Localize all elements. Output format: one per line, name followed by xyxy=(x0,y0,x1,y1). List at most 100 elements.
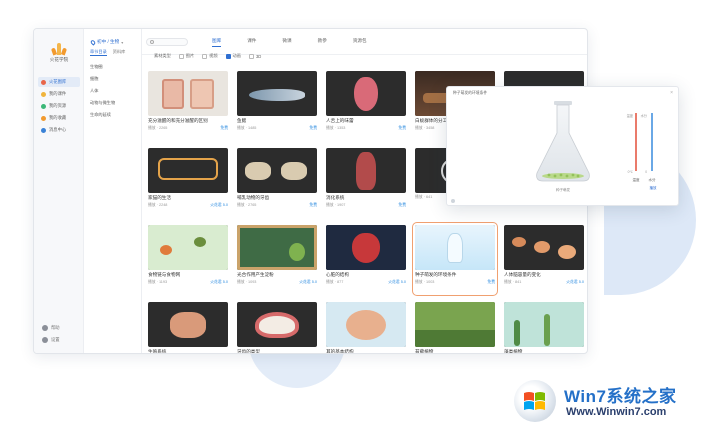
media-card-title: 种子萌发的环境条件 xyxy=(415,272,457,277)
media-card-meta: 播放 · 1193 火花君 5.0 xyxy=(148,280,228,285)
chapter-item[interactable]: 生物圈 xyxy=(90,61,138,73)
media-card-meta: 播放 · 877 火花君 5.0 xyxy=(326,280,406,285)
media-card[interactable]: 家猫的生活 播放 · 2248 火花君 5.0 xyxy=(148,148,228,216)
play-count: 播放 · 2248 xyxy=(148,203,168,207)
play-icon[interactable] xyxy=(451,199,455,203)
courseware-icon xyxy=(41,91,46,97)
search-input[interactable] xyxy=(146,38,188,46)
media-card-title: 光合作用产生淀粉 xyxy=(237,272,274,277)
help-button[interactable]: 帮助 xyxy=(39,323,79,333)
screenshot-stage: 火花学院 火花图库 我的课件 我的资源 我的收藏 消息中心 帮助 设置 初中 /… xyxy=(0,0,707,427)
media-card[interactable]: 苔藓植物播放 · 1042火花君 5.0 xyxy=(415,302,495,353)
rail-item-favorites[interactable]: 我的收藏 xyxy=(38,113,80,123)
checkbox-icon xyxy=(202,53,208,59)
media-thumbnail[interactable] xyxy=(237,148,317,193)
filter-animation[interactable]: 动画 xyxy=(225,53,241,59)
media-thumbnail[interactable] xyxy=(326,71,406,116)
media-card-title: 消化系统 xyxy=(326,195,345,200)
media-card[interactable]: 充分滋醒的和充分滋醒的区别 播放 · 2265 免费 xyxy=(148,71,228,139)
media-card[interactable]: 人体脑容量的变化 播放 · 841 火花君 5.0 xyxy=(504,225,584,293)
media-thumbnail[interactable] xyxy=(148,302,228,347)
subtab-library[interactable]: 资料库 xyxy=(113,49,126,56)
brand-name: 火花学院 xyxy=(49,57,69,62)
price-tag: 免费 xyxy=(398,203,406,207)
play-count: 播放 · 841 xyxy=(504,280,522,284)
tab-courseware[interactable]: 课件 xyxy=(247,38,256,47)
play-count: 播放 · 2265 xyxy=(148,126,168,130)
chapter-item[interactable]: 生命的延续 xyxy=(90,109,138,121)
filter-image[interactable]: 图片 xyxy=(178,53,194,59)
media-card[interactable]: 心脏的结构播放 · 877 火花君 5.0 xyxy=(326,225,406,293)
popup-canvas: 种子萌发 温度 0℃ 温度 水分 0 水分 播放 xyxy=(451,101,658,203)
help-icon xyxy=(42,325,48,331)
media-card-meta: 播放 · 1093 火花君 5.0 xyxy=(237,280,317,285)
price-tag: 免费 xyxy=(398,126,406,130)
chapter-item[interactable]: 动物与微生物 xyxy=(90,97,138,109)
grade-selector[interactable]: 初中 / 生物 ▾ xyxy=(89,38,123,46)
media-card-title: 心脏的结构 xyxy=(326,272,349,277)
top-bar: 图库 课件 微课 教参 资源包 xyxy=(142,29,587,55)
main-tabs: 图库 课件 微课 教参 资源包 xyxy=(212,38,367,47)
play-count: 播放 · 1485 xyxy=(237,126,257,130)
subtab-chapters[interactable]: 章节目录 xyxy=(90,49,107,56)
tab-resource-pack[interactable]: 资源包 xyxy=(353,38,367,47)
play-count: 播放 · 877 xyxy=(326,280,344,284)
rail-item-courseware[interactable]: 我的课件 xyxy=(38,89,80,99)
filter-3d[interactable]: 3D xyxy=(248,53,262,59)
media-thumbnail[interactable] xyxy=(148,71,228,116)
media-card[interactable]: 人舌上的味蕾 播放 · 1353 免费 xyxy=(326,71,406,139)
rail-item-messages[interactable]: 消息中心 xyxy=(38,125,80,135)
media-card[interactable]: 食物链与食物网播放 · 1193 火花君 5.0 xyxy=(148,225,228,293)
media-thumbnail[interactable] xyxy=(504,302,584,347)
chapter-item[interactable]: 细胞 xyxy=(90,73,138,85)
media-card-meta: 播放 · 1003 免费 xyxy=(415,280,495,285)
watermark: Win7系统之家 Www.Winwin7.com xyxy=(510,380,706,424)
media-card[interactable]: 鱼鳃 播放 · 1485 免费 xyxy=(237,71,317,139)
play-count: 播放 · 1093 xyxy=(237,280,257,284)
price-tag: 火花君 5.0 xyxy=(299,280,317,284)
media-card-title: 哺乳动物的牙齿 xyxy=(237,195,270,200)
media-thumbnail[interactable] xyxy=(504,225,584,270)
price-tag: 免费 xyxy=(220,126,228,130)
grade-label: 初中 / 生物 xyxy=(97,39,120,44)
play-button[interactable]: 播放 xyxy=(650,185,658,190)
left-rail: 火花学院 火花图库 我的课件 我的资源 我的收藏 消息中心 帮助 设置 xyxy=(34,29,84,353)
media-card-title: 食物链与食物网 xyxy=(148,272,181,277)
media-card[interactable]: 耳的基本结构播放 · 1049火花君 5.0 xyxy=(326,302,406,353)
filter-label: 3D xyxy=(255,53,262,59)
media-card-meta: 播放 · 1907 免费 xyxy=(326,203,406,208)
temperature-gauge: 温度 0℃ 温度 xyxy=(627,113,640,182)
media-thumbnail[interactable] xyxy=(148,148,228,193)
media-thumbnail[interactable] xyxy=(237,71,317,116)
favorites-icon xyxy=(41,115,46,121)
media-thumbnail[interactable] xyxy=(415,225,495,270)
gear-icon xyxy=(42,337,48,343)
settings-label: 设置 xyxy=(51,337,60,342)
media-card[interactable]: 生殖系统播放 · 2253火花君 5.0 xyxy=(148,302,228,353)
media-thumbnail[interactable] xyxy=(237,225,317,270)
media-card[interactable]: 种子萌发的环境条件播放 · 1003 免费 xyxy=(412,222,498,296)
media-thumbnail[interactable] xyxy=(237,302,317,347)
filter-video[interactable]: 视频 xyxy=(202,53,218,59)
rail-item-resources[interactable]: 我的资源 xyxy=(38,101,80,111)
settings-button[interactable]: 设置 xyxy=(39,335,79,345)
tab-gallery[interactable]: 图库 xyxy=(212,38,222,47)
media-card-title: 家猫的生活 xyxy=(148,195,171,200)
media-thumbnail[interactable] xyxy=(326,225,406,270)
rail-item-gallery[interactable]: 火花图库 xyxy=(38,77,80,87)
media-thumbnail[interactable] xyxy=(148,225,228,270)
media-card[interactable]: 牙齿的类型播放 · 1047火花君 5.0 xyxy=(237,302,317,353)
media-thumbnail[interactable] xyxy=(326,148,406,193)
tab-reference[interactable]: 教参 xyxy=(318,38,327,47)
media-card[interactable]: 光合作用产生淀粉 播放 · 1093 火花君 5.0 xyxy=(237,225,317,293)
media-thumbnail[interactable] xyxy=(326,302,406,347)
tab-microlesson[interactable]: 微课 xyxy=(282,38,291,47)
media-card[interactable]: 哺乳动物的牙齿 播放 · 2765 免费 xyxy=(237,148,317,216)
media-card[interactable]: 消化系统播放 · 1907 免费 xyxy=(326,148,406,216)
media-thumbnail[interactable] xyxy=(415,302,495,347)
media-card[interactable]: 藻类植物播放 · 981火花君 5.0 xyxy=(504,302,584,353)
chapter-list: 生物圈 细胞 人体 动物与微生物 生命的延续 xyxy=(90,61,138,121)
play-count: 播放 · 3458 xyxy=(415,126,435,130)
chapter-item[interactable]: 人体 xyxy=(90,85,138,97)
media-card-title: 鱼鳃 xyxy=(237,118,247,123)
